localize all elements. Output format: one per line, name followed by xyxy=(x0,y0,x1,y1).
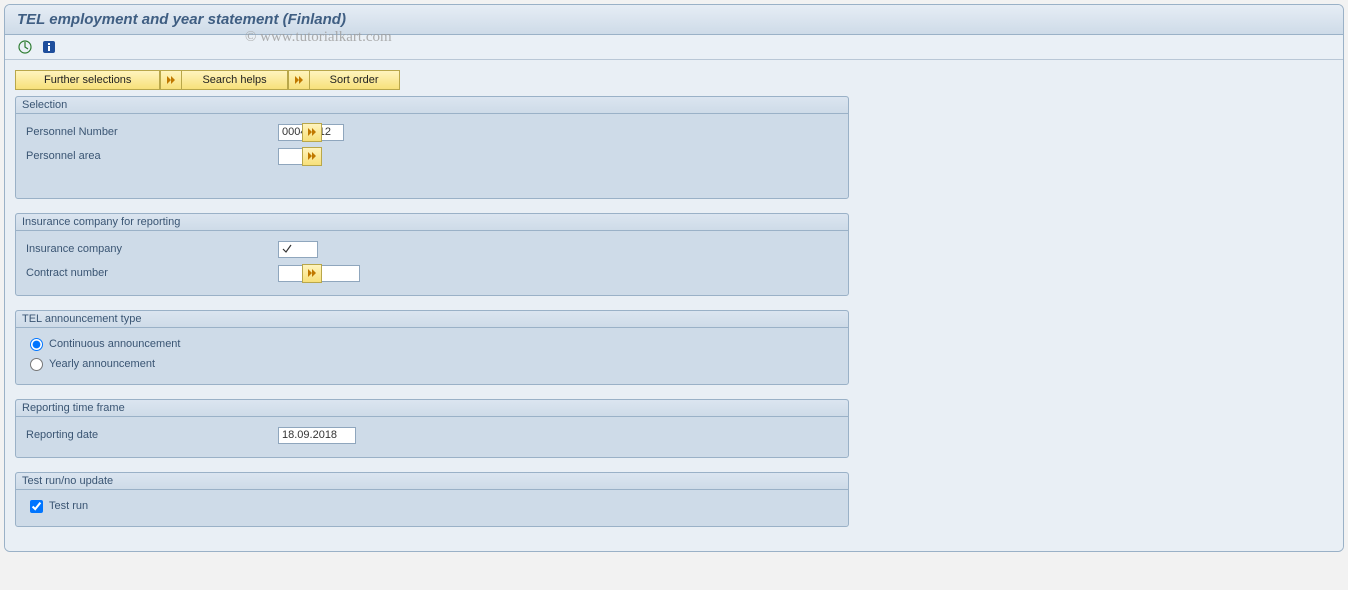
personnel-area-label: Personnel area xyxy=(26,150,278,162)
tel-type-group-title: TEL announcement type xyxy=(16,311,848,328)
personnel-number-multiselect-button[interactable] xyxy=(302,123,322,142)
time-frame-group-title: Reporting time frame xyxy=(16,400,848,417)
continuous-announcement-radio[interactable] xyxy=(30,338,43,351)
further-selections-button[interactable]: Further selections xyxy=(15,70,160,90)
yearly-announcement-radio[interactable] xyxy=(30,358,43,371)
search-helps-label: Search helps xyxy=(182,74,286,86)
arrow-right-icon xyxy=(289,71,310,89)
contract-number-label: Contract number xyxy=(26,267,278,279)
personnel-number-label: Personnel Number xyxy=(26,126,278,138)
application-toolbar: © www.tutorialkart.com xyxy=(5,35,1343,60)
time-frame-group: Reporting time frame Reporting date xyxy=(15,399,849,458)
reporting-date-label: Reporting date xyxy=(26,429,278,441)
insurance-company-input[interactable] xyxy=(278,241,318,258)
sort-order-label: Sort order xyxy=(310,74,399,86)
selection-buttons-row: Further selections Search helps Sort ord… xyxy=(15,70,1335,90)
sap-window: TEL employment and year statement (Finla… xyxy=(4,4,1344,552)
tel-type-group: TEL announcement type Continuous announc… xyxy=(15,310,849,385)
test-run-label[interactable]: Test run xyxy=(49,500,88,512)
further-selections-label: Further selections xyxy=(16,74,159,86)
execute-icon[interactable] xyxy=(17,39,33,55)
selection-group: Selection Personnel Number Personnel are… xyxy=(15,96,849,199)
test-run-checkbox[interactable] xyxy=(30,500,43,513)
title-bar: TEL employment and year statement (Finla… xyxy=(5,5,1343,35)
sort-order-button[interactable]: Sort order xyxy=(288,70,400,90)
personnel-area-multiselect-button[interactable] xyxy=(302,147,322,166)
search-helps-button[interactable]: Search helps xyxy=(160,70,287,90)
test-run-group-title: Test run/no update xyxy=(16,473,848,490)
info-icon[interactable] xyxy=(41,39,57,55)
content-area: Further selections Search helps Sort ord… xyxy=(5,60,1343,551)
page-title: TEL employment and year statement (Finla… xyxy=(17,11,346,28)
insurance-group-title: Insurance company for reporting xyxy=(16,214,848,231)
continuous-announcement-label[interactable]: Continuous announcement xyxy=(49,338,180,350)
selection-group-title: Selection xyxy=(16,97,848,114)
arrow-right-icon xyxy=(161,71,182,89)
insurance-company-label: Insurance company xyxy=(26,243,278,255)
yearly-announcement-label[interactable]: Yearly announcement xyxy=(49,358,155,370)
contract-number-multiselect-button[interactable] xyxy=(302,264,322,283)
insurance-group: Insurance company for reporting Insuranc… xyxy=(15,213,849,296)
reporting-date-input[interactable] xyxy=(278,427,356,444)
test-run-group: Test run/no update Test run xyxy=(15,472,849,527)
